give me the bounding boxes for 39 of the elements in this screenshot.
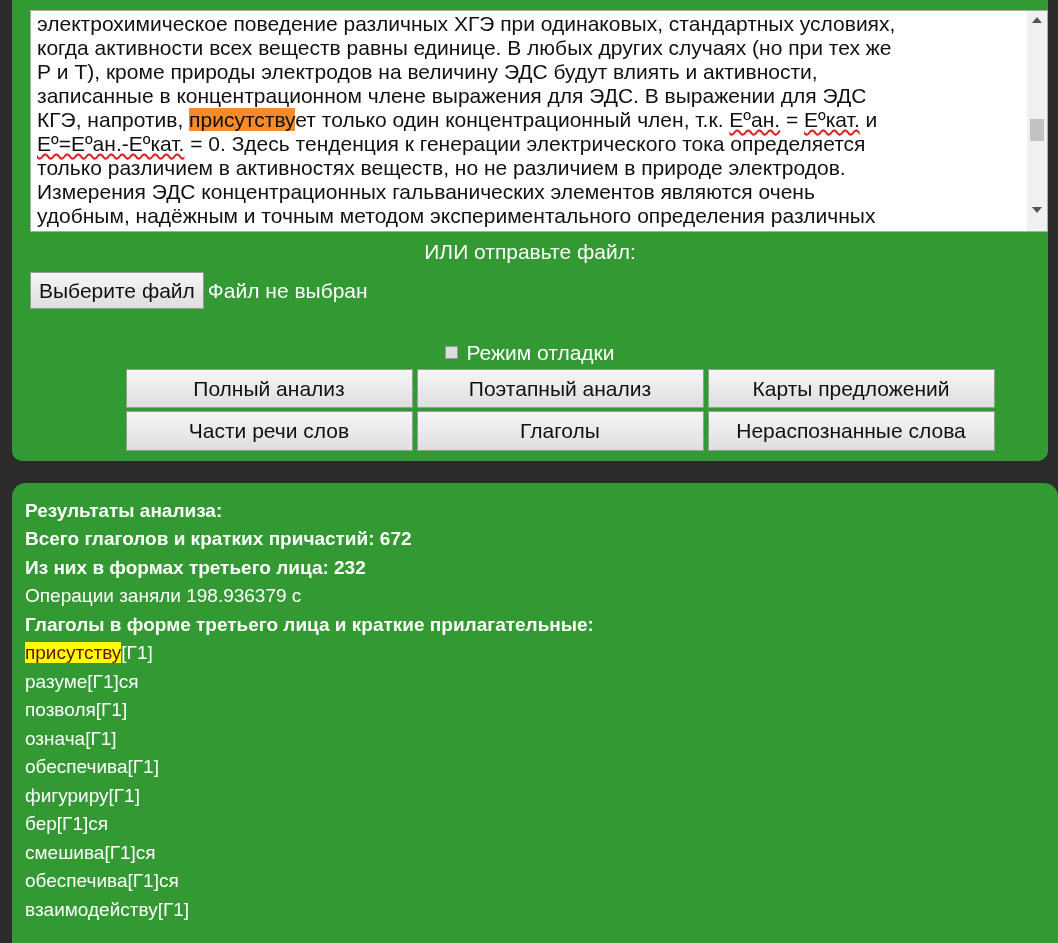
verb-entry: фигуриру[Г1]: [25, 783, 141, 808]
result-text: Глаголы в форме третьего лица и краткие прилагательные:: [25, 612, 595, 637]
verb-entry: позволя[Г1]: [25, 698, 129, 722]
text-line: Еº=Еºан.-Еºкат. = 0. Здесь тенденция к генерации электрического тока определяется: [37, 132, 867, 156]
result-text: Результаты анализа:: [25, 498, 224, 523]
result-text: Всего глаголов и кратких причастий: 672: [25, 527, 413, 551]
file-status: Файл не выбран: [207, 277, 368, 304]
verb-entry: присутству[Г1]: [25, 641, 154, 665]
analysis-button[interactable]: Нераспознанные слова: [707, 411, 995, 451]
text-line: когда активности всех веществ равны единице. В любых других случаях (но при тех же: [37, 36, 893, 60]
verb-entry: бер[Г1]ся: [25, 812, 109, 836]
verb-entry: обеспечива[Г1]ся: [25, 869, 180, 893]
text-line: только различием в активностях веществ, но не различием в природе электродов.: [37, 156, 847, 180]
result-text: Из них в формах третьего лица: 232: [25, 555, 367, 580]
text-line: удобным, надёжным и точным методом экспериментального определения различных: [37, 204, 877, 228]
result-text: Операции заняли 198.936379 с: [25, 584, 303, 608]
text-line: записанные в концентрационном члене выражения для ЭДС. В выражении для ЭДС: [37, 84, 868, 108]
verb-entry: смешива[Г1]ся: [25, 840, 157, 865]
debug-checkbox[interactable]: [445, 346, 459, 360]
verb-entry: означа[Г1]: [25, 726, 118, 751]
analysis-button[interactable]: Полный анализ: [125, 368, 413, 408]
debug-label: Режим отладки: [466, 340, 615, 366]
scrollbar[interactable]: [1027, 11, 1047, 231]
text-area[interactable]: [30, 10, 1048, 232]
scroll-down-icon[interactable]: [1032, 207, 1042, 213]
analysis-button[interactable]: Поэтапный анализ: [416, 368, 704, 408]
scrollbar-thumb[interactable]: [1030, 119, 1044, 141]
verb-entry: обеспечива[Г1]: [25, 755, 160, 779]
analysis-button[interactable]: Карты предложений: [707, 368, 995, 408]
analysis-button[interactable]: Части речи слов: [125, 411, 413, 451]
verb-entry: взаимодейству[Г1]: [25, 897, 191, 922]
text-line: электрохимическое поведение различных ХГЭ при одинаковых, стандартных условиях,: [37, 12, 897, 36]
file-prompt: ИЛИ отправьте файл:: [424, 240, 636, 263]
text-line: Измерения ЭДС концентрационных гальванических элементов являются очень: [37, 180, 816, 204]
verb-entry: разуме[Г1]ся: [25, 669, 140, 694]
analysis-button[interactable]: Глаголы: [416, 411, 704, 451]
text-line: Р и Т), кроме природы электродов на величину ЭДС будут влиять и активности,: [37, 60, 819, 84]
choose-file-button[interactable]: Выберите файл: [30, 271, 204, 309]
scroll-up-icon[interactable]: [1032, 17, 1042, 23]
